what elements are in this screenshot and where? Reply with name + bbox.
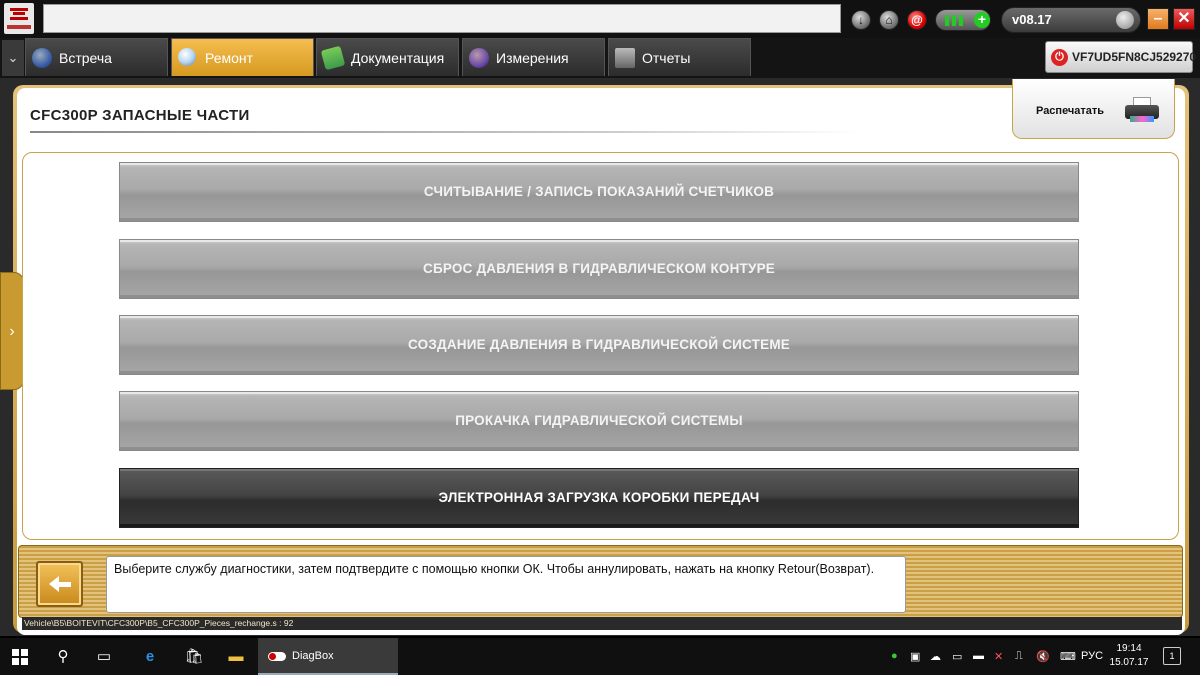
notification-center-icon[interactable]: 1: [1163, 647, 1181, 665]
title-bar: ↓ ⌂ @ + v08.17 – ✕: [0, 0, 1200, 38]
tab-remont[interactable]: Ремонт: [171, 38, 314, 76]
tab-label: Встреча: [59, 50, 112, 66]
print-button[interactable]: Распечатать: [1012, 79, 1175, 139]
usb-icon[interactable]: ⎍: [1015, 650, 1023, 663]
tab-vstrecha[interactable]: Встреча: [25, 38, 168, 76]
version-label: v08.17: [1012, 12, 1052, 27]
book-icon: [320, 45, 346, 71]
address-field: [43, 4, 841, 33]
display-icon[interactable]: ▬: [973, 650, 984, 662]
keyboard-icon[interactable]: ⌨: [1060, 650, 1076, 663]
back-button[interactable]: [36, 561, 83, 607]
store-icon[interactable]: 🛍: [184, 647, 204, 667]
volume-mute-icon[interactable]: 🔇: [1036, 650, 1050, 663]
menu-option-bleeding[interactable]: ПРОКАЧКА ГИДРАВЛИЧЕСКОЙ СИСТЕМЫ: [119, 391, 1079, 451]
task-view-icon[interactable]: ▭: [94, 647, 114, 667]
instruction-message: Выберите службу диагностики, затем подтв…: [106, 556, 906, 613]
diagbox-app-icon: [268, 652, 286, 661]
tray-app-icon[interactable]: ▣: [910, 650, 920, 663]
tab-otchety[interactable]: Отчеты: [608, 38, 751, 76]
plus-icon[interactable]: +: [974, 12, 990, 28]
file-explorer-icon[interactable]: ▬: [226, 647, 246, 667]
magnifier-icon: [178, 48, 196, 66]
windows-taskbar: ⚲ ▭ e 🛍 ▬ DiagBox ● ▣ ☁ ▭ ▬ ✕ ⎍ 🔇 ⌨ РУС …: [0, 638, 1200, 675]
taskbar-app-diagbox[interactable]: DiagBox: [258, 638, 398, 675]
clock-time: 19:14: [1116, 643, 1142, 654]
expand-side-panel-button[interactable]: ›: [0, 272, 24, 390]
vin-label: VF7UD5FN8CJ529270: [1072, 50, 1197, 64]
close-button[interactable]: ✕: [1173, 8, 1195, 30]
battery-indicator: +: [935, 9, 991, 31]
title-divider: [30, 131, 860, 133]
script-path: Vehicle\B5\BOITEVIT\CFC300P\B5_CFC300P_P…: [22, 617, 1182, 630]
search-icon[interactable]: ⚲: [53, 647, 73, 667]
network-error-icon[interactable]: ✕: [994, 650, 1003, 663]
menu-option-pressure-reset[interactable]: СБРОС ДАВЛЕНИЯ В ГИДРАВЛИЧЕСКОМ КОНТУРЕ: [119, 239, 1079, 299]
clock[interactable]: 19:14 15.07.17: [1106, 642, 1152, 670]
taskbar-app-label: DiagBox: [292, 650, 334, 662]
waveform-icon: [469, 48, 489, 68]
report-icon: [615, 48, 635, 68]
clock-date: 15.07.17: [1109, 657, 1149, 668]
menu-option-counters[interactable]: СЧИТЫВАНИЕ / ЗАПИСЬ ПОКАЗАНИЙ СЧЕТЧИКОВ: [119, 162, 1079, 222]
edge-browser-icon[interactable]: e: [140, 647, 160, 667]
menu-option-pressure-create[interactable]: СОЗДАНИЕ ДАВЛЕНИЯ В ГИДРАВЛИЧЕСКОЙ СИСТЕ…: [119, 315, 1079, 375]
version-badge: v08.17: [1001, 7, 1141, 33]
printer-icon: [1125, 97, 1159, 122]
minimize-button[interactable]: –: [1147, 8, 1169, 30]
cloud-icon[interactable]: ☁: [930, 650, 941, 663]
settings-knob-icon[interactable]: [1116, 11, 1134, 29]
shield-icon[interactable]: ●: [891, 650, 898, 662]
print-label: Распечатать: [1036, 105, 1105, 117]
email-icon[interactable]: @: [907, 10, 927, 30]
chevron-down-icon[interactable]: ⌄: [2, 40, 24, 76]
vin-badge[interactable]: ⏻ VF7UD5FN8CJ529270: [1045, 41, 1197, 73]
citroen-logo: [4, 3, 34, 34]
tab-dokumentatsiya[interactable]: Документация: [316, 38, 459, 76]
tab-label: Документация: [351, 50, 445, 66]
tab-izmereniya[interactable]: Измерения: [462, 38, 605, 76]
tab-label: Ремонт: [205, 50, 254, 66]
power-icon: ⏻: [1051, 49, 1068, 66]
tab-bar: ⌄ Встреча Ремонт Документация Измерения …: [0, 38, 1200, 78]
battery-icon[interactable]: ▭: [952, 650, 962, 663]
windows-start-icon[interactable]: [12, 649, 28, 665]
globe-icon: [32, 48, 52, 68]
tab-label: Измерения: [496, 50, 569, 66]
upload-icon[interactable]: ⌂: [879, 10, 899, 30]
arrow-left-icon: [49, 576, 71, 592]
menu-option-gearbox-download[interactable]: ЭЛЕКТРОННАЯ ЗАГРУЗКА КОРОБКИ ПЕРЕДАЧ: [119, 468, 1079, 528]
language-indicator[interactable]: РУС: [1081, 650, 1103, 662]
tab-label: Отчеты: [642, 50, 691, 66]
download-icon[interactable]: ↓: [851, 10, 871, 30]
page-title: CFC300P ЗАПАСНЫЕ ЧАСТИ: [30, 107, 250, 124]
